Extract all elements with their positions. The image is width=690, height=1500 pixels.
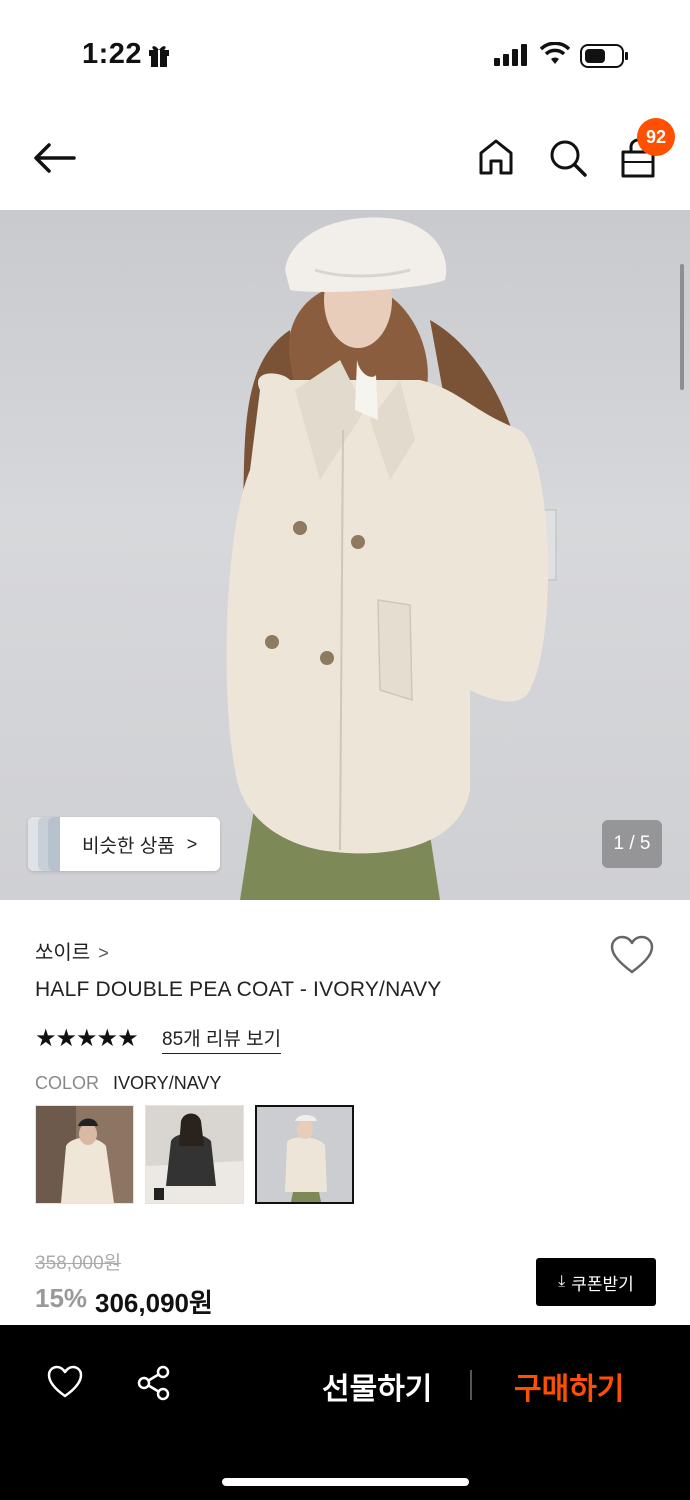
original-price: 358,000원 bbox=[35, 1253, 122, 1274]
share-icon[interactable] bbox=[136, 1365, 172, 1401]
coupon-button[interactable]: ⤓ 쿠폰받기 bbox=[536, 1258, 656, 1306]
gift-icon bbox=[149, 46, 169, 67]
coupon-label: 쿠폰받기 bbox=[571, 1274, 634, 1294]
rating-stars: ★★★★★ bbox=[35, 1025, 139, 1052]
chevron-right-icon: > bbox=[186, 833, 198, 854]
divider bbox=[470, 1370, 472, 1400]
gift-button[interactable]: 선물하기 bbox=[322, 1364, 432, 1408]
brand-name: 쏘이르 bbox=[35, 942, 91, 964]
battery-icon bbox=[580, 44, 628, 68]
review-link[interactable]: 85개 리뷰 보기 bbox=[162, 1024, 282, 1054]
color-swatch-thumbnail-selected[interactable] bbox=[255, 1105, 354, 1204]
wifi-icon bbox=[540, 42, 570, 64]
color-label: COLOR bbox=[35, 1073, 100, 1093]
product-image[interactable] bbox=[0, 210, 690, 900]
home-indicator[interactable] bbox=[222, 1478, 469, 1486]
back-arrow-icon[interactable] bbox=[32, 140, 76, 176]
color-value: IVORY/NAVY bbox=[113, 1073, 222, 1093]
color-swatch-thumbnail[interactable] bbox=[35, 1105, 134, 1204]
similar-products-button[interactable]: 비슷한 상품 > bbox=[28, 817, 220, 871]
sale-price: 306,090원 bbox=[95, 1288, 213, 1318]
wishlist-heart-icon[interactable] bbox=[610, 935, 654, 975]
brand-link[interactable]: 쏘이르 > bbox=[35, 936, 109, 965]
bottom-action-bar bbox=[0, 1325, 690, 1500]
home-icon[interactable] bbox=[478, 138, 514, 176]
scroll-indicator bbox=[680, 264, 684, 390]
status-time: 1:22 bbox=[82, 38, 143, 70]
signal-icon bbox=[494, 44, 527, 66]
download-icon: ⤓ bbox=[558, 1273, 566, 1290]
image-page-indicator: 1 / 5 bbox=[602, 820, 662, 868]
similar-products-label: 비슷한 상품 bbox=[82, 835, 175, 857]
cart-count-badge: 92 bbox=[637, 118, 675, 156]
color-swatch-thumbnail[interactable] bbox=[145, 1105, 244, 1204]
heart-icon[interactable] bbox=[47, 1365, 83, 1399]
similar-thumbnail-stack bbox=[28, 817, 60, 871]
discount-rate: 15% bbox=[35, 1283, 88, 1313]
product-name: HALF DOUBLE PEA COAT - IVORY/NAVY bbox=[35, 978, 442, 1001]
chevron-right-icon: > bbox=[98, 943, 109, 963]
search-icon[interactable] bbox=[548, 138, 588, 178]
buy-button[interactable]: 구매하기 bbox=[514, 1364, 624, 1408]
